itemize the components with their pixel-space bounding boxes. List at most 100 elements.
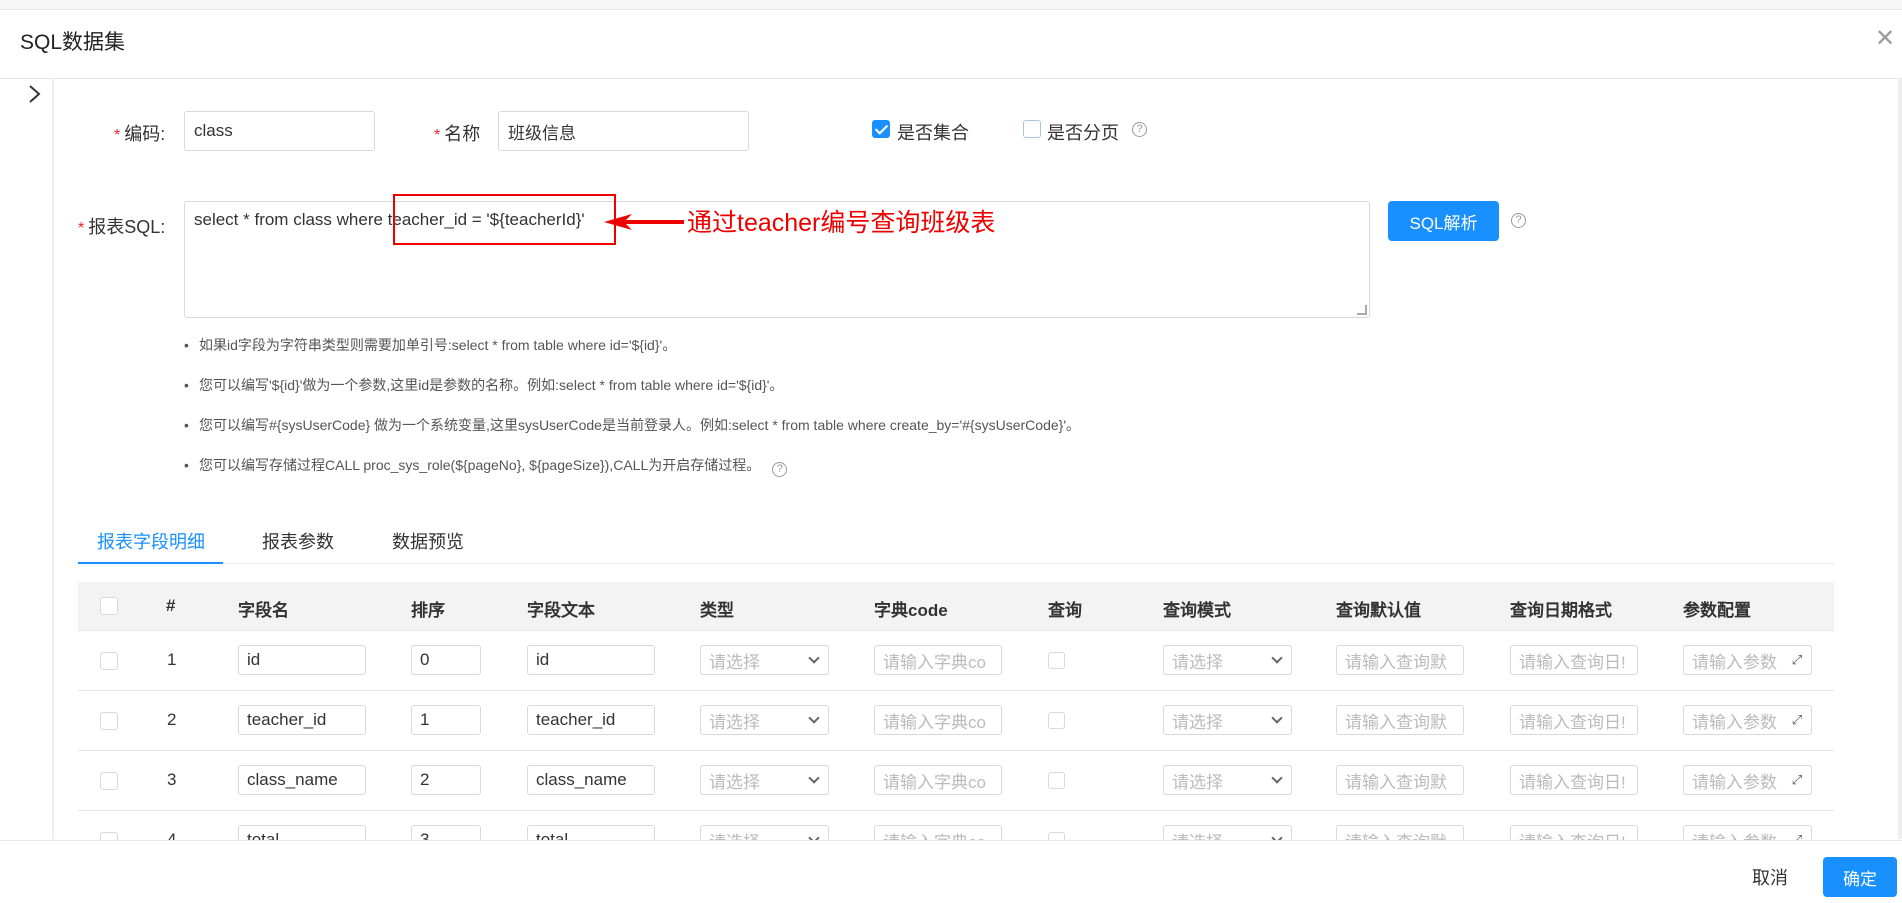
query-default-input[interactable]: 请输入查询默	[1336, 645, 1464, 675]
header-cell: 类型	[700, 601, 734, 620]
table-row: 2 teacher_id 1 teacher_id 请选择 请输入字典co 请选…	[78, 691, 1834, 751]
chevron-right-icon[interactable]	[24, 80, 46, 108]
chevron-down-icon	[808, 712, 820, 724]
help-icon[interactable]: ?	[772, 462, 788, 477]
row-checkbox[interactable]	[100, 652, 118, 670]
left-divider	[52, 79, 54, 839]
header-cell: 字段名	[238, 601, 289, 620]
row-number: 2	[167, 710, 177, 729]
tab-data-preview[interactable]: 数据预览	[392, 528, 464, 554]
order-input[interactable]: 0	[411, 645, 481, 675]
query-checkbox[interactable]	[1048, 772, 1065, 789]
name-input[interactable]: 班级信息	[498, 111, 749, 151]
field-text-input[interactable]: teacher_id	[527, 705, 655, 735]
query-mode-select[interactable]: 请选择	[1163, 825, 1292, 840]
type-select[interactable]: 请选择	[700, 825, 829, 840]
code-input[interactable]: class	[184, 111, 375, 151]
param-config-placeholder: 请输入参数	[1692, 772, 1777, 792]
expand-icon[interactable]: ⤢	[1789, 712, 1805, 728]
row-checkbox[interactable]	[100, 772, 118, 790]
row-checkbox[interactable]	[100, 832, 118, 840]
order-input[interactable]: 2	[411, 765, 481, 795]
chevron-down-icon	[808, 772, 820, 784]
required-mark: *	[114, 127, 121, 144]
chevron-down-icon	[1271, 832, 1283, 840]
query-default-input[interactable]: 请输入查询默	[1336, 765, 1464, 795]
tip-item: 您可以编写#{sysUserCode} 做为一个系统变量,这里sysUserCo…	[184, 414, 1080, 454]
type-select[interactable]: 请选择	[700, 705, 829, 735]
tab-report-params[interactable]: 报表参数	[262, 528, 334, 554]
query-mode-select[interactable]: 请选择	[1163, 645, 1292, 675]
query-default-input[interactable]: 请输入查询默	[1336, 705, 1464, 735]
tab-field-details[interactable]: 报表字段明细	[97, 528, 205, 554]
scrollbar[interactable]	[1898, 79, 1902, 839]
field-name-input[interactable]: teacher_id	[238, 705, 366, 735]
is-paging-checkbox[interactable]	[1023, 120, 1041, 138]
table-row: 3 class_name 2 class_name 请选择 请输入字典co 请选…	[78, 751, 1834, 811]
query-checkbox[interactable]	[1048, 652, 1065, 669]
field-name-input[interactable]: class_name	[238, 765, 366, 795]
type-select-placeholder: 请选择	[709, 652, 760, 672]
resize-handle[interactable]	[1357, 305, 1367, 315]
help-icon[interactable]: ?	[1511, 213, 1526, 228]
expand-icon[interactable]: ⤢	[1789, 832, 1805, 840]
query-date-format-input[interactable]: 请输入查询日!	[1510, 765, 1638, 795]
query-mode-select[interactable]: 请选择	[1163, 765, 1292, 795]
dict-code-input[interactable]: 请输入字典co	[874, 645, 1002, 675]
query-checkbox[interactable]	[1048, 832, 1065, 840]
sql-label: * 报表SQL:	[78, 213, 165, 239]
highlight-box	[393, 194, 616, 245]
param-config-placeholder: 请输入参数	[1692, 712, 1777, 732]
param-config-input[interactable]: 请输入参数 ⤢	[1683, 765, 1812, 795]
param-config-input[interactable]: 请输入参数 ⤢	[1683, 825, 1812, 840]
field-text-input[interactable]: class_name	[527, 765, 655, 795]
close-icon[interactable]: ✕	[1874, 27, 1896, 51]
modal-title: SQL数据集	[20, 31, 126, 54]
dict-code-input[interactable]: 请输入字典co	[874, 705, 1002, 735]
query-mode-select[interactable]: 请选择	[1163, 705, 1292, 735]
select-all-checkbox[interactable]	[100, 597, 118, 615]
query-default-input[interactable]: 请输入查询默	[1336, 825, 1464, 840]
param-config-placeholder: 请输入参数	[1692, 652, 1777, 672]
type-select[interactable]: 请选择	[700, 765, 829, 795]
row-checkbox[interactable]	[100, 712, 118, 730]
cancel-button[interactable]: 取消	[1734, 857, 1806, 897]
ok-button[interactable]: 确定	[1823, 857, 1897, 897]
table-header: # 字段名 排序 字段文本 类型 字典code 查询 查询模式 查询默认值 查询…	[78, 582, 1834, 631]
table-row: 4 total 3 total 请选择 请输入字典co 请选择 请输入查询默 请…	[78, 811, 1834, 840]
dict-code-input[interactable]: 请输入字典co	[874, 825, 1002, 840]
top-strip	[0, 0, 1902, 10]
type-select[interactable]: 请选择	[700, 645, 829, 675]
tab-bar: 报表字段明细 报表参数 数据预览	[78, 520, 1834, 564]
header-cell: #	[166, 596, 176, 615]
header-cell: 字段文本	[527, 601, 595, 620]
expand-icon[interactable]: ⤢	[1789, 652, 1805, 668]
param-config-placeholder: 请输入参数	[1692, 828, 1777, 841]
annotation-text: 通过teacher编号查询班级表	[687, 209, 996, 237]
header-cell: 查询	[1048, 601, 1082, 620]
param-config-input[interactable]: 请输入参数 ⤢	[1683, 645, 1812, 675]
field-name-input[interactable]: total	[238, 825, 366, 840]
header-cell: 排序	[411, 601, 445, 620]
dict-code-input[interactable]: 请输入字典co	[874, 765, 1002, 795]
is-collection-checkbox[interactable]	[872, 120, 890, 138]
query-mode-placeholder: 请选择	[1172, 712, 1223, 732]
query-date-format-input[interactable]: 请输入查询日!	[1510, 825, 1638, 840]
param-config-input[interactable]: 请输入参数 ⤢	[1683, 705, 1812, 735]
query-checkbox[interactable]	[1048, 712, 1065, 729]
help-icon[interactable]: ?	[1132, 122, 1147, 137]
expand-icon[interactable]: ⤢	[1789, 772, 1805, 788]
query-date-format-input[interactable]: 请输入查询日!	[1510, 705, 1638, 735]
tab-ink-bar	[78, 562, 223, 564]
sql-parse-button[interactable]: SQL解析	[1388, 201, 1499, 241]
row-number: 3	[167, 770, 177, 789]
field-text-input[interactable]: id	[527, 645, 655, 675]
query-mode-placeholder: 请选择	[1172, 828, 1223, 841]
chevron-down-icon	[1271, 772, 1283, 784]
order-input[interactable]: 3	[411, 825, 481, 840]
order-input[interactable]: 1	[411, 705, 481, 735]
row-number: 1	[167, 650, 177, 669]
field-name-input[interactable]: id	[238, 645, 366, 675]
field-text-input[interactable]: total	[527, 825, 655, 840]
query-date-format-input[interactable]: 请输入查询日!	[1510, 645, 1638, 675]
